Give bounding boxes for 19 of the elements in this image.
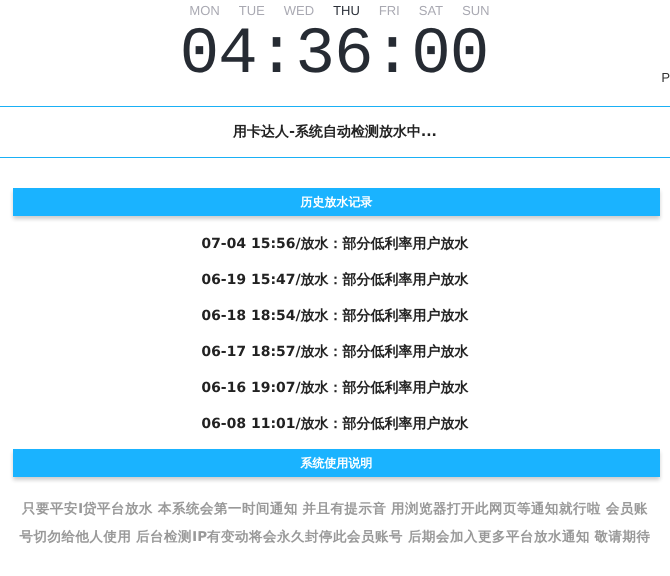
history-record: 06-18 18:54/放水：部分低利率用户放水 [201, 306, 469, 326]
history-record: 06-19 15:47/放水：部分低利率用户放水 [201, 270, 469, 290]
meridiem-label: P [661, 70, 670, 85]
weekday-label: MON [189, 3, 220, 18]
instructions-text: 只要平安I贷平台放水 本系统会第一时间通知 并且有提示音 用浏览器打开此网页等通知就行啦 会员账号切勿给他人使用 后台检测IP有变动将会永久封停此会员账号 后期会加入更多平台放水通知 敬请期待 [18, 500, 652, 547]
section-header: 系统使用说明 [13, 449, 660, 477]
status-text: 用卡达人-系统自动检测放水中... [233, 123, 437, 141]
weekday-label: TUE [238, 3, 265, 18]
weekday-label: FRI [378, 3, 400, 18]
history-record: 07-04 15:56/放水：部分低利率用户放水 [201, 234, 469, 254]
weekday-label: WED [284, 3, 314, 18]
weekday-label: THU [333, 3, 360, 18]
history-record: 06-16 19:07/放水：部分低利率用户放水 [201, 378, 469, 398]
history-record: 06-08 11:01/放水：部分低利率用户放水 [201, 414, 469, 434]
history-record: 06-17 18:57/放水：部分低利率用户放水 [201, 342, 469, 362]
section-header: 历史放水记录 [13, 188, 660, 216]
clock-time: 04:36:00 [180, 18, 488, 92]
weekday-label: SUN [462, 3, 490, 18]
weekday-label: SAT [418, 3, 444, 18]
